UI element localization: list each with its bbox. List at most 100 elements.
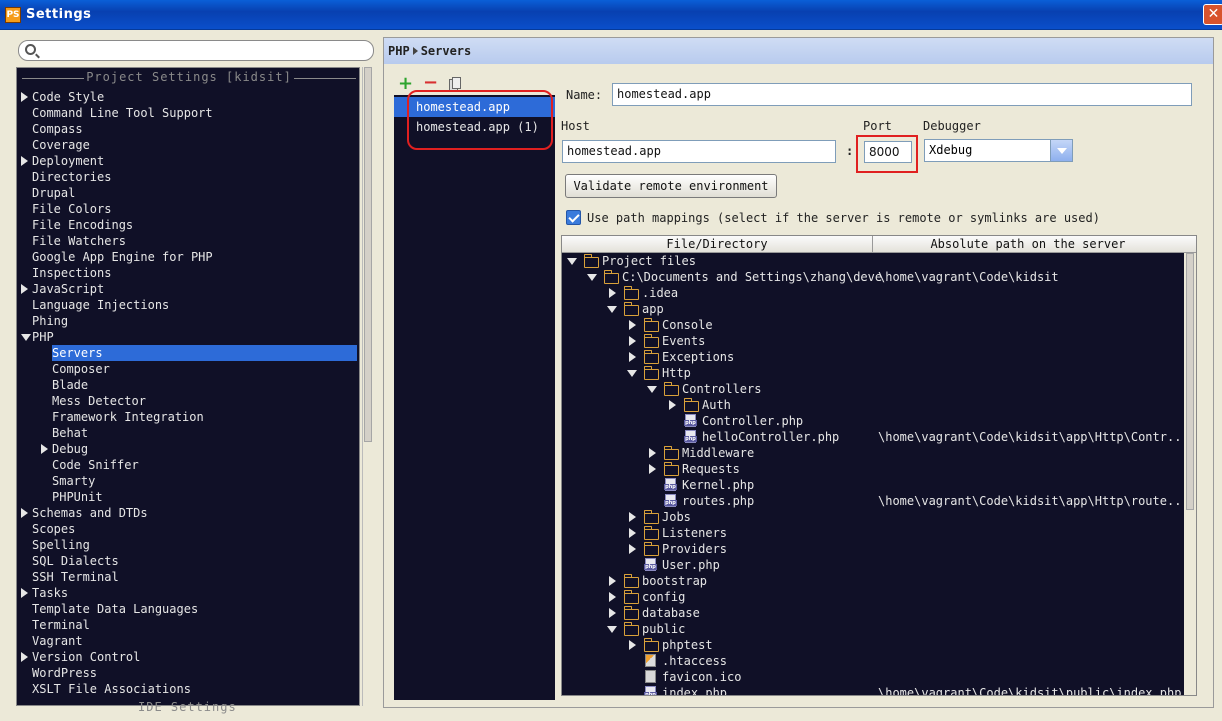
tree-item-code-sniffer[interactable]: Code Sniffer	[52, 457, 139, 473]
host-field[interactable]: homestead.app	[562, 140, 836, 163]
chevron-down-icon[interactable]	[587, 274, 597, 281]
path-mappings-table[interactable]: File/Directory Absolute path on the serv…	[561, 235, 1197, 696]
chevron-right-icon[interactable]	[669, 400, 676, 410]
column-file-directory[interactable]: File/Directory	[562, 236, 873, 252]
tree-item-inspections[interactable]: Inspections	[32, 265, 111, 281]
folder-icon	[663, 446, 679, 460]
tree-item-schemas-and-dtds[interactable]: Schemas and DTDs	[32, 505, 148, 521]
tree-item-compass[interactable]: Compass	[32, 121, 83, 137]
tree-item-phing[interactable]: Phing	[32, 313, 68, 329]
tree-item-command-line-tool-support[interactable]: Command Line Tool Support	[32, 105, 213, 121]
tree-item-ssh-terminal[interactable]: SSH Terminal	[32, 569, 119, 585]
chevron-right-icon[interactable]	[41, 444, 48, 454]
mapping-server-path[interactable]: \home\vagrant\Code\kidsit\app\Http\route…	[878, 493, 1184, 509]
tree-item-terminal[interactable]: Terminal	[32, 617, 90, 633]
tree-item-phpunit[interactable]: PHPUnit	[52, 489, 103, 505]
tree-item-version-control[interactable]: Version Control	[32, 649, 140, 665]
tree-item-drupal[interactable]: Drupal	[32, 185, 75, 201]
table-scrollbar[interactable]	[1184, 253, 1196, 695]
chevron-right-icon[interactable]	[21, 284, 28, 294]
tree-item-coverage[interactable]: Coverage	[32, 137, 90, 153]
tree-item-deployment[interactable]: Deployment	[32, 153, 104, 169]
tree-item-spelling[interactable]: Spelling	[32, 537, 90, 553]
tree-item-directories[interactable]: Directories	[32, 169, 111, 185]
chevron-right-icon[interactable]	[649, 464, 656, 474]
chevron-right-icon[interactable]	[21, 588, 28, 598]
tree-scrollbar[interactable]	[362, 67, 372, 706]
tree-item-smarty[interactable]: Smarty	[52, 473, 95, 489]
tree-item-file-watchers[interactable]: File Watchers	[32, 233, 126, 249]
chevron-right-icon[interactable]	[609, 576, 616, 586]
server-list[interactable]: homestead.app homestead.app (1)	[394, 95, 555, 700]
chevron-down-icon[interactable]	[1050, 140, 1072, 161]
mapping-file-label: Console	[662, 318, 713, 332]
tree-item-file-colors[interactable]: File Colors	[32, 201, 111, 217]
tree-item-xslt-file-associations[interactable]: XSLT File Associations	[32, 681, 191, 697]
debugger-select[interactable]: Xdebug	[924, 139, 1073, 162]
column-absolute-path[interactable]: Absolute path on the server	[873, 236, 1183, 252]
table-scroll-thumb[interactable]	[1186, 253, 1194, 510]
chevron-down-icon[interactable]	[647, 386, 657, 393]
table-body[interactable]: Project files C:\Documents and Settings\z…	[562, 253, 1184, 695]
chevron-down-icon[interactable]	[627, 370, 637, 377]
tree-item-php[interactable]: PHP	[32, 329, 54, 345]
tree-item-label: Tasks	[32, 586, 69, 600]
name-field[interactable]: homestead.app	[612, 83, 1192, 106]
tree-item-blade[interactable]: Blade	[52, 377, 88, 393]
chevron-right-icon[interactable]	[21, 508, 28, 518]
validate-remote-environment-button[interactable]: Validate remote environment	[565, 174, 777, 198]
close-button[interactable]: ✕	[1203, 4, 1222, 25]
tree-item-label: Smarty	[52, 474, 96, 488]
table-row[interactable]	[562, 477, 1184, 493]
mapping-server-path[interactable]: \home\vagrant\Code\kidsit	[878, 269, 1059, 285]
tree-item-wordpress[interactable]: WordPress	[32, 665, 97, 681]
tree-item-scopes[interactable]: Scopes	[32, 521, 75, 537]
chevron-right-icon[interactable]	[629, 640, 636, 650]
tree-item-label: Code Sniffer	[52, 458, 139, 472]
chevron-right-icon[interactable]	[629, 512, 636, 522]
tree-item-google-app-engine-for-php[interactable]: Google App Engine for PHP	[32, 249, 213, 265]
chevron-right-icon[interactable]	[609, 608, 616, 618]
tree-item-servers[interactable]: Servers	[52, 345, 357, 361]
chevron-right-icon[interactable]	[21, 652, 28, 662]
tree-item-tasks[interactable]: Tasks	[32, 585, 68, 601]
chevron-down-icon[interactable]	[567, 258, 577, 265]
tree-item-framework-integration[interactable]: Framework Integration	[52, 409, 204, 425]
chevron-right-icon[interactable]	[609, 592, 616, 602]
tree-scroll-thumb[interactable]	[364, 67, 372, 442]
tree-item-composer[interactable]: Composer	[52, 361, 110, 377]
tree-item-label: Language Injections	[32, 298, 170, 312]
mapping-file-label: phptest	[662, 638, 713, 652]
chevron-right-icon[interactable]	[609, 288, 616, 298]
copy-icon[interactable]	[449, 77, 461, 91]
search-input[interactable]	[18, 40, 374, 61]
tree-item-code-style[interactable]: Code Style	[32, 89, 104, 105]
chevron-right-icon[interactable]	[629, 528, 636, 538]
search-icon	[25, 44, 36, 55]
tree-item-template-data-languages[interactable]: Template Data Languages	[32, 601, 198, 617]
chevron-down-icon[interactable]	[21, 334, 31, 341]
chevron-right-icon[interactable]	[629, 336, 636, 346]
mapping-server-path[interactable]: \home\vagrant\Code\kidsit\app\Http\Contr…	[878, 429, 1184, 445]
chevron-right-icon[interactable]	[21, 92, 28, 102]
chevron-right-icon[interactable]	[649, 448, 656, 458]
settings-tree[interactable]: Project Settings [kidsit] Code Style Comm…	[16, 67, 360, 706]
tree-item-sql-dialects[interactable]: SQL Dialects	[32, 553, 119, 569]
use-path-mappings-checkbox[interactable]	[566, 210, 581, 225]
table-row[interactable]	[562, 413, 1184, 429]
tree-item-language-injections[interactable]: Language Injections	[32, 297, 169, 313]
tree-item-mess-detector[interactable]: Mess Detector	[52, 393, 146, 409]
tree-item-javascript[interactable]: JavaScript	[32, 281, 104, 297]
chevron-right-icon[interactable]	[21, 156, 28, 166]
chevron-right-icon[interactable]	[629, 544, 636, 554]
chevron-down-icon[interactable]	[607, 626, 617, 633]
table-row[interactable]	[562, 397, 1184, 413]
chevron-right-icon[interactable]	[629, 352, 636, 362]
tree-item-debug[interactable]: Debug	[52, 441, 88, 457]
tree-item-file-encodings[interactable]: File Encodings	[32, 217, 133, 233]
mapping-server-path[interactable]: \home\vagrant\Code\kidsit\public\index.p…	[878, 685, 1181, 695]
chevron-right-icon[interactable]	[629, 320, 636, 330]
tree-item-behat[interactable]: Behat	[52, 425, 88, 441]
chevron-down-icon[interactable]	[607, 306, 617, 313]
tree-item-vagrant[interactable]: Vagrant	[32, 633, 83, 649]
